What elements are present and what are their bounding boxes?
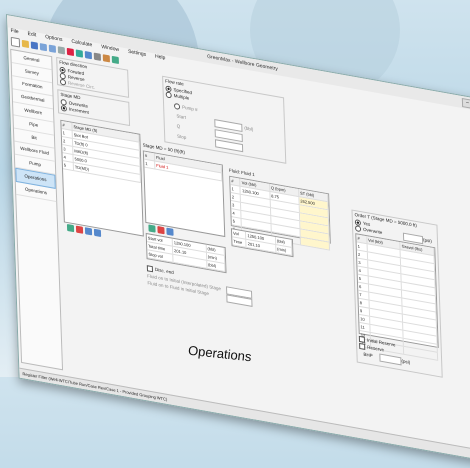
- help-icon[interactable]: [111, 55, 119, 64]
- order-unit: (psi): [422, 237, 432, 244]
- print-icon[interactable]: [57, 45, 65, 54]
- pump-radio[interactable]: Pump #: [173, 102, 198, 113]
- app-window: GreenMax - Wellbore Geometry – □ × FileE…: [6, 14, 470, 468]
- undo-icon[interactable]: [39, 42, 48, 51]
- q-label: Q: [176, 123, 181, 130]
- new-file-icon[interactable]: [10, 36, 21, 48]
- stage-md-grid[interactable]: # Stage MD (ft) 1 Slot Bot 2 TD(ft) 0 3 MAD(ft)…: [60, 119, 144, 237]
- add-row-icon[interactable]: [66, 223, 75, 232]
- order-grid[interactable]: #Vol (bbl)Gravel (lbs)12345678910111213: [355, 233, 439, 361]
- chart-icon[interactable]: [75, 48, 83, 58]
- delete-fluid-icon[interactable]: [157, 225, 165, 234]
- move-up-icon[interactable]: [84, 226, 93, 235]
- fluid-cell[interactable]: 1: [144, 159, 156, 169]
- open-folder-icon[interactable]: [21, 39, 30, 48]
- fluid-up-icon[interactable]: [166, 227, 174, 236]
- stage-md-cell[interactable]: 5: [62, 161, 74, 171]
- bhp-unit: (psi): [401, 358, 411, 365]
- redo-icon[interactable]: [48, 44, 56, 53]
- fluid-summary-cell: Time: [232, 237, 247, 247]
- report-icon[interactable]: [102, 53, 110, 62]
- bhp-label: BHP: [363, 351, 373, 359]
- order-group: Order T (Stage MD = 5000.0 ft) Yes Overw…: [351, 209, 443, 378]
- delete-row-icon[interactable]: [75, 225, 84, 234]
- stop-label: Stop: [177, 133, 187, 141]
- bhp-field[interactable]: [379, 353, 402, 366]
- move-down-icon[interactable]: [93, 228, 102, 237]
- start-unit: (bbl): [244, 125, 254, 133]
- table-icon[interactable]: [84, 50, 92, 59]
- save-icon[interactable]: [30, 40, 39, 50]
- start-label: Start: [176, 113, 186, 121]
- add-fluid-icon[interactable]: [148, 223, 156, 233]
- run-icon[interactable]: [66, 47, 74, 56]
- settings-icon[interactable]: [93, 52, 101, 61]
